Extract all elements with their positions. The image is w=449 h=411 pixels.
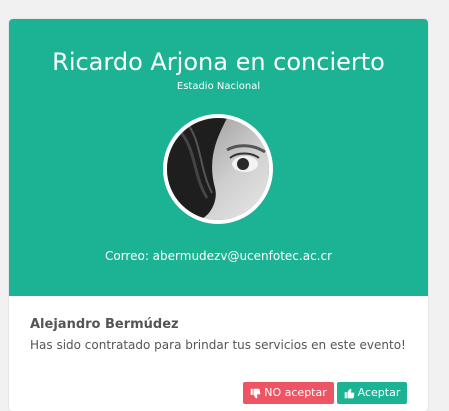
reject-button-label: NO aceptar (264, 386, 327, 399)
thumbs-up-icon (344, 388, 355, 399)
notification-message: Has sido contratado para brindar tus ser… (30, 338, 406, 352)
avatar (163, 114, 273, 224)
accept-button-label: Aceptar (357, 386, 401, 399)
event-header: Ricardo Arjona en concierto Estadio Naci… (9, 19, 428, 296)
reject-button[interactable]: NO aceptar (243, 382, 334, 404)
notification-body: Alejandro Bermúdez Has sido contratado p… (9, 296, 428, 411)
event-title: Ricardo Arjona en concierto (52, 48, 385, 76)
event-venue: Estadio Nacional (176, 81, 261, 92)
accept-button[interactable]: Aceptar (337, 382, 407, 404)
person-name: Alejandro Bermúdez (30, 317, 179, 332)
event-card: Ricardo Arjona en concierto Estadio Naci… (9, 19, 428, 411)
event-email: Correo: abermudezv@ucenfotec.ac.cr (104, 249, 333, 263)
thumbs-down-icon (250, 388, 261, 399)
avatar-photo (167, 118, 269, 220)
